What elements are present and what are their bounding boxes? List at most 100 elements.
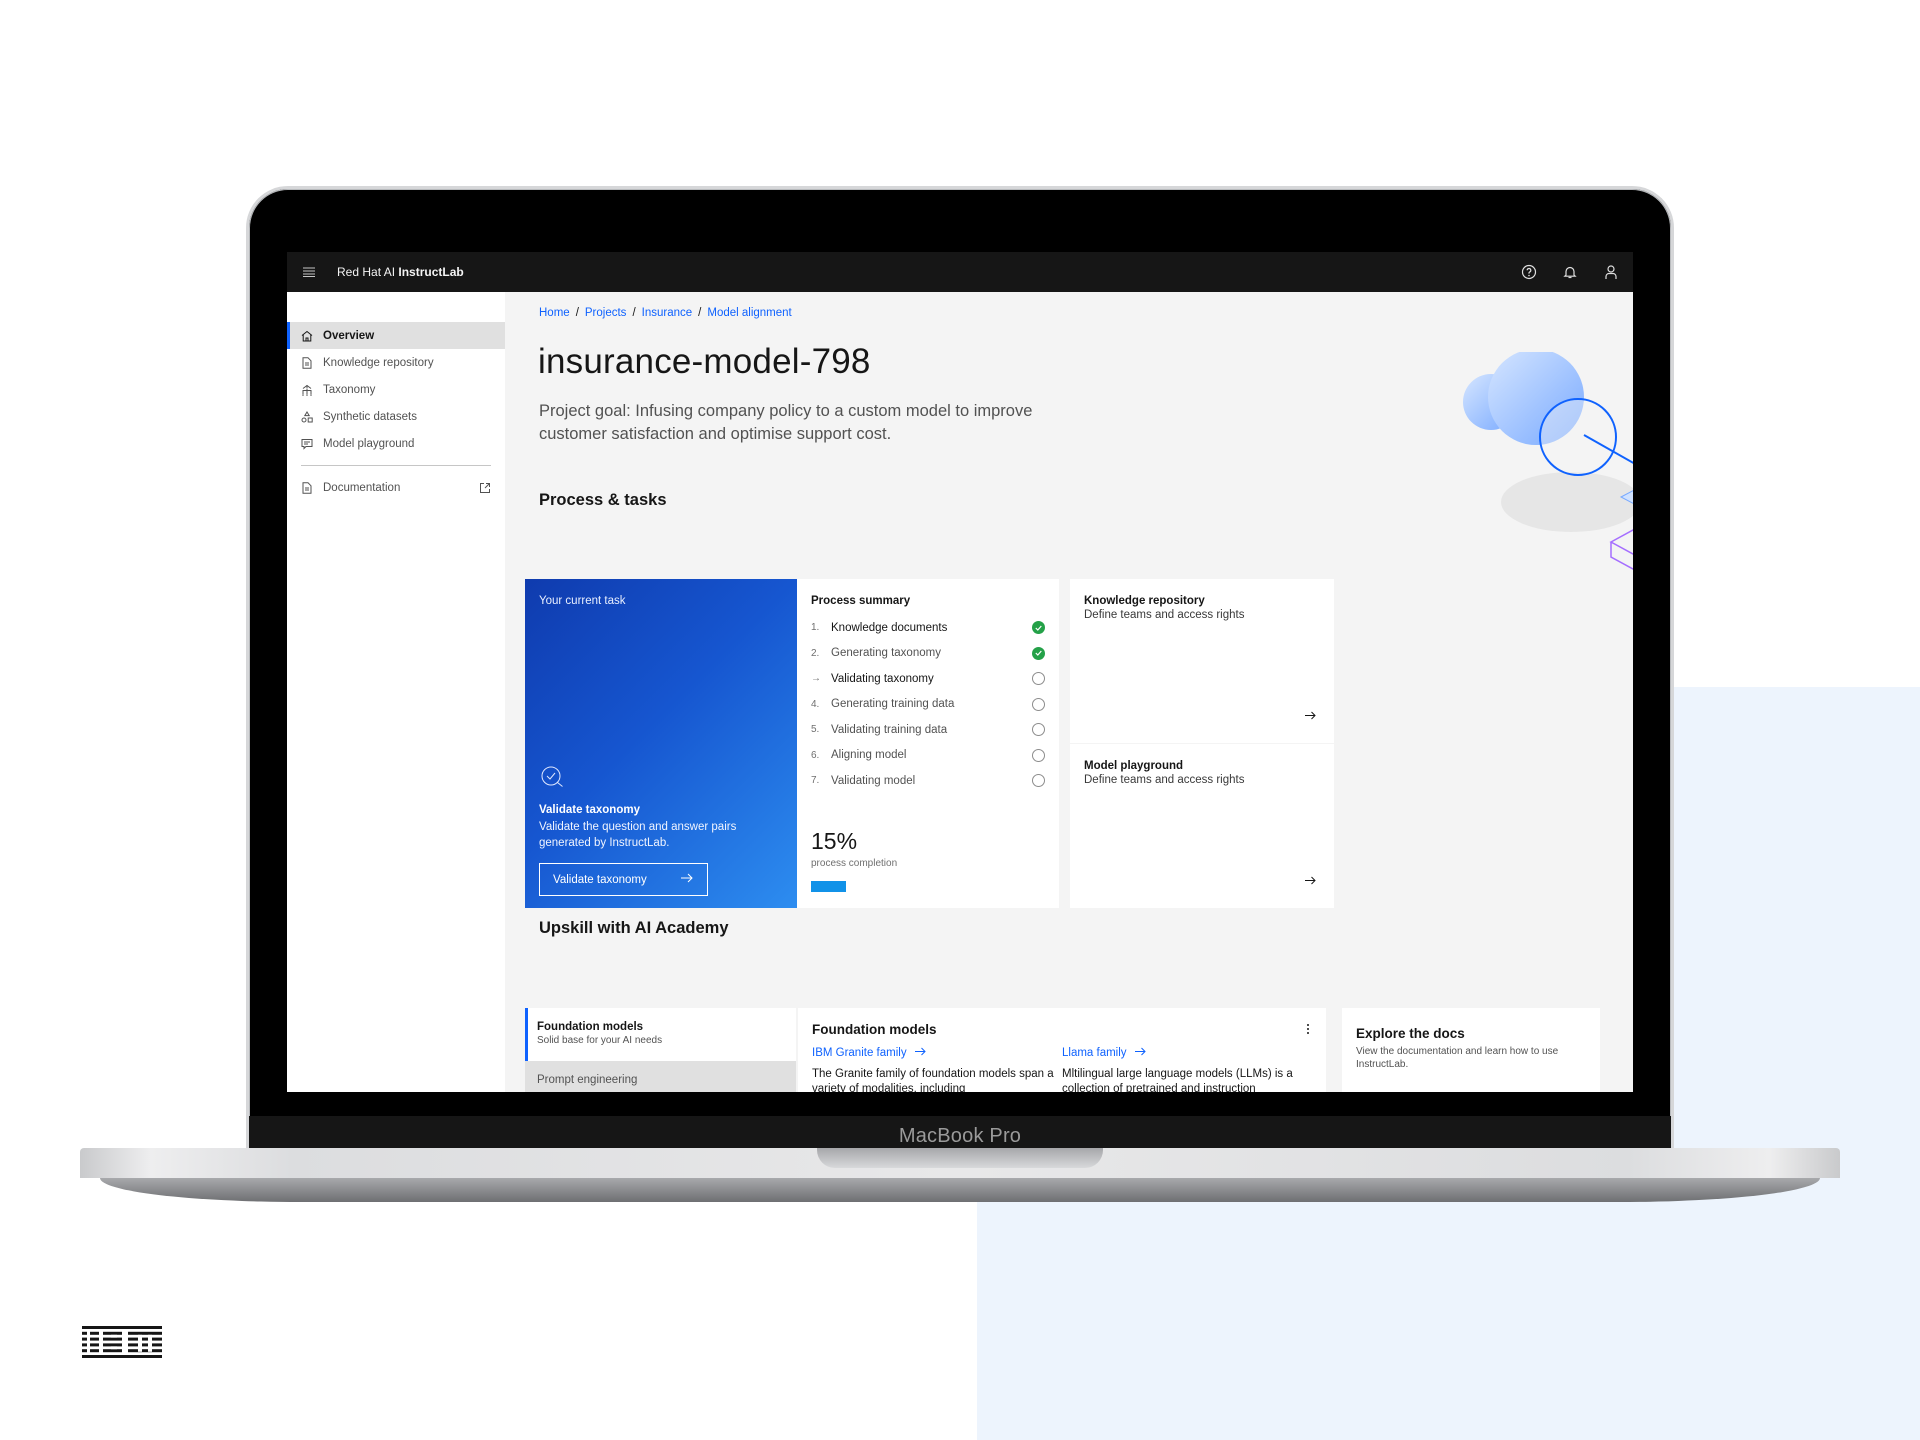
breadcrumb-model-alignment[interactable]: Model alignment	[707, 307, 791, 319]
datasets-icon	[301, 410, 315, 424]
card-title: Model playground	[1084, 760, 1184, 772]
completion-percentage: 15%	[811, 828, 858, 854]
side-nav: Overview Knowledge repository Taxonomy S…	[287, 292, 505, 1092]
circle-outline-icon	[1032, 672, 1045, 686]
page-title: insurance-model-798	[538, 342, 871, 381]
app-brand[interactable]: Red Hat AI InstructLab	[337, 265, 464, 279]
project-goal: Project goal: Infusing company policy to…	[539, 402, 1033, 443]
explore-docs-card[interactable]: Explore the docs View the documentation …	[1342, 1008, 1600, 1092]
academy-tabs: Foundation models Solid base for your AI…	[525, 1008, 796, 1092]
hero-illustration	[1463, 352, 1633, 570]
breadcrumb-insurance[interactable]: Insurance	[642, 307, 693, 319]
overflow-menu-icon[interactable]	[1306, 1022, 1310, 1040]
process-step: 5. Validating training data	[811, 717, 1045, 743]
current-task-label: Your current task	[539, 595, 626, 607]
granite-column: IBM Granite family The Granite family of…	[812, 1047, 1062, 1092]
process-step: 4. Generating training data	[811, 692, 1045, 718]
validate-taxonomy-button[interactable]: Validate taxonomy	[539, 863, 708, 896]
device-label: MacBook Pro	[898, 1124, 1022, 1147]
arrow-right-icon	[681, 873, 693, 886]
launch-icon	[479, 482, 491, 494]
brand-prefix: Red Hat AI	[337, 265, 399, 279]
validate-search-icon	[539, 764, 567, 797]
card-title: Knowledge repository	[1084, 595, 1205, 607]
step-name: Generating training data	[831, 698, 955, 711]
ibm-granite-link[interactable]: IBM Granite family	[812, 1047, 1062, 1059]
main-content: Home / Projects / Insurance / Model alignme…	[505, 292, 1633, 1092]
home-icon	[301, 329, 315, 343]
llama-description: Mltilingual large language models (LLMs)…	[1062, 1068, 1293, 1092]
sidebar-item-documentation[interactable]: Documentation	[287, 474, 505, 501]
sidebar-item-knowledge-repository[interactable]: Knowledge repository	[287, 349, 505, 376]
completion-label: process completion	[811, 858, 898, 869]
app-screen: Red Hat AI InstructLab Overview Knowledg…	[287, 252, 1633, 1092]
sidebar-item-label: Knowledge repository	[323, 356, 434, 369]
card-title: Explore the docs	[1356, 1026, 1465, 1041]
circle-outline-icon	[1032, 748, 1045, 762]
breadcrumb-separator: /	[575, 307, 579, 319]
card-description: View the documentation and learn how to …	[1356, 1046, 1559, 1070]
step-name: Validating training data	[831, 723, 948, 736]
circle-outline-icon	[1032, 697, 1045, 711]
ibm-logo	[82, 1326, 162, 1358]
breadcrumb-home[interactable]: Home	[539, 307, 570, 319]
process-section-title: Process & tasks	[539, 491, 667, 509]
process-step: 6. Aligning model	[811, 743, 1045, 769]
step-number: 6.	[811, 749, 820, 761]
notification-icon[interactable]	[1549, 252, 1590, 292]
step-number: 5.	[811, 724, 820, 736]
taxonomy-icon	[301, 383, 315, 397]
step-number: 7.	[811, 775, 820, 787]
breadcrumb-separator: /	[698, 307, 702, 319]
tab-subtitle: Solid base for your AI needs	[537, 1035, 663, 1046]
checkmark-filled-icon	[1032, 646, 1045, 660]
current-step-arrow-icon: →	[811, 673, 821, 685]
tab-foundation-models[interactable]: Foundation models Solid base for your AI…	[525, 1008, 796, 1061]
foundation-models-card: Foundation models IBM Granite family The…	[798, 1008, 1326, 1092]
current-task-title: Validate taxonomy	[539, 804, 640, 816]
step-name: Validating taxonomy	[831, 672, 934, 685]
sidebar-item-synthetic-datasets[interactable]: Synthetic datasets	[287, 403, 505, 430]
step-name: Knowledge documents	[831, 621, 948, 634]
sidebar-item-model-playground[interactable]: Model playground	[287, 430, 505, 457]
process-step: 1. Knowledge documents	[811, 615, 1045, 641]
sidebar-item-taxonomy[interactable]: Taxonomy	[287, 376, 505, 403]
process-step: 7. Validating model	[811, 768, 1045, 794]
sidebar-item-label: Model playground	[323, 437, 415, 450]
card-description: Define teams and access rights	[1084, 609, 1245, 621]
sidebar-item-label: Overview	[323, 329, 375, 342]
laptop-base-bottom	[100, 1178, 1820, 1202]
step-name: Aligning model	[831, 749, 907, 762]
llama-link[interactable]: Llama family	[1062, 1047, 1312, 1059]
step-number: 2.	[811, 647, 820, 659]
process-steps-list: 1. Knowledge documents 2. Generating taxono…	[811, 615, 1045, 794]
card-description: Define teams and access rights	[1084, 774, 1245, 786]
llama-column: Llama family Mltilingual large language …	[1062, 1047, 1312, 1092]
hamburger-menu-icon[interactable]	[289, 252, 329, 292]
arrow-right-icon	[1305, 707, 1316, 725]
step-name: Validating model	[831, 774, 916, 787]
document-icon	[301, 356, 315, 370]
link-label: Llama family	[1062, 1047, 1127, 1059]
checkmark-filled-icon	[1032, 621, 1045, 635]
tab-prompt-engineering[interactable]: Prompt engineering	[525, 1061, 796, 1092]
header-bar: Red Hat AI InstructLab	[287, 252, 1633, 292]
sidebar-item-overview[interactable]: Overview	[287, 322, 505, 349]
laptop-notch	[817, 1148, 1103, 1168]
step-number: 1.	[811, 622, 820, 634]
arrow-right-icon	[914, 1047, 926, 1059]
breadcrumb-separator: /	[632, 307, 636, 319]
knowledge-repository-card[interactable]: Knowledge repository Define teams and ac…	[1070, 579, 1334, 743]
card-title: Foundation models	[812, 1022, 937, 1037]
link-label: IBM Granite family	[812, 1047, 907, 1059]
arrow-right-icon	[1134, 1047, 1146, 1059]
header-actions	[1508, 252, 1631, 292]
step-number: 4.	[811, 698, 820, 710]
help-icon[interactable]	[1508, 252, 1549, 292]
step-name: Generating taxonomy	[831, 647, 941, 660]
current-task-card: Your current task Validate taxonomy Vali…	[525, 579, 797, 908]
breadcrumb-projects[interactable]: Projects	[585, 307, 627, 319]
tab-title: Prompt engineering	[537, 1074, 638, 1086]
model-playground-card[interactable]: Model playground Define teams and access…	[1070, 744, 1334, 908]
user-icon[interactable]	[1590, 252, 1631, 292]
